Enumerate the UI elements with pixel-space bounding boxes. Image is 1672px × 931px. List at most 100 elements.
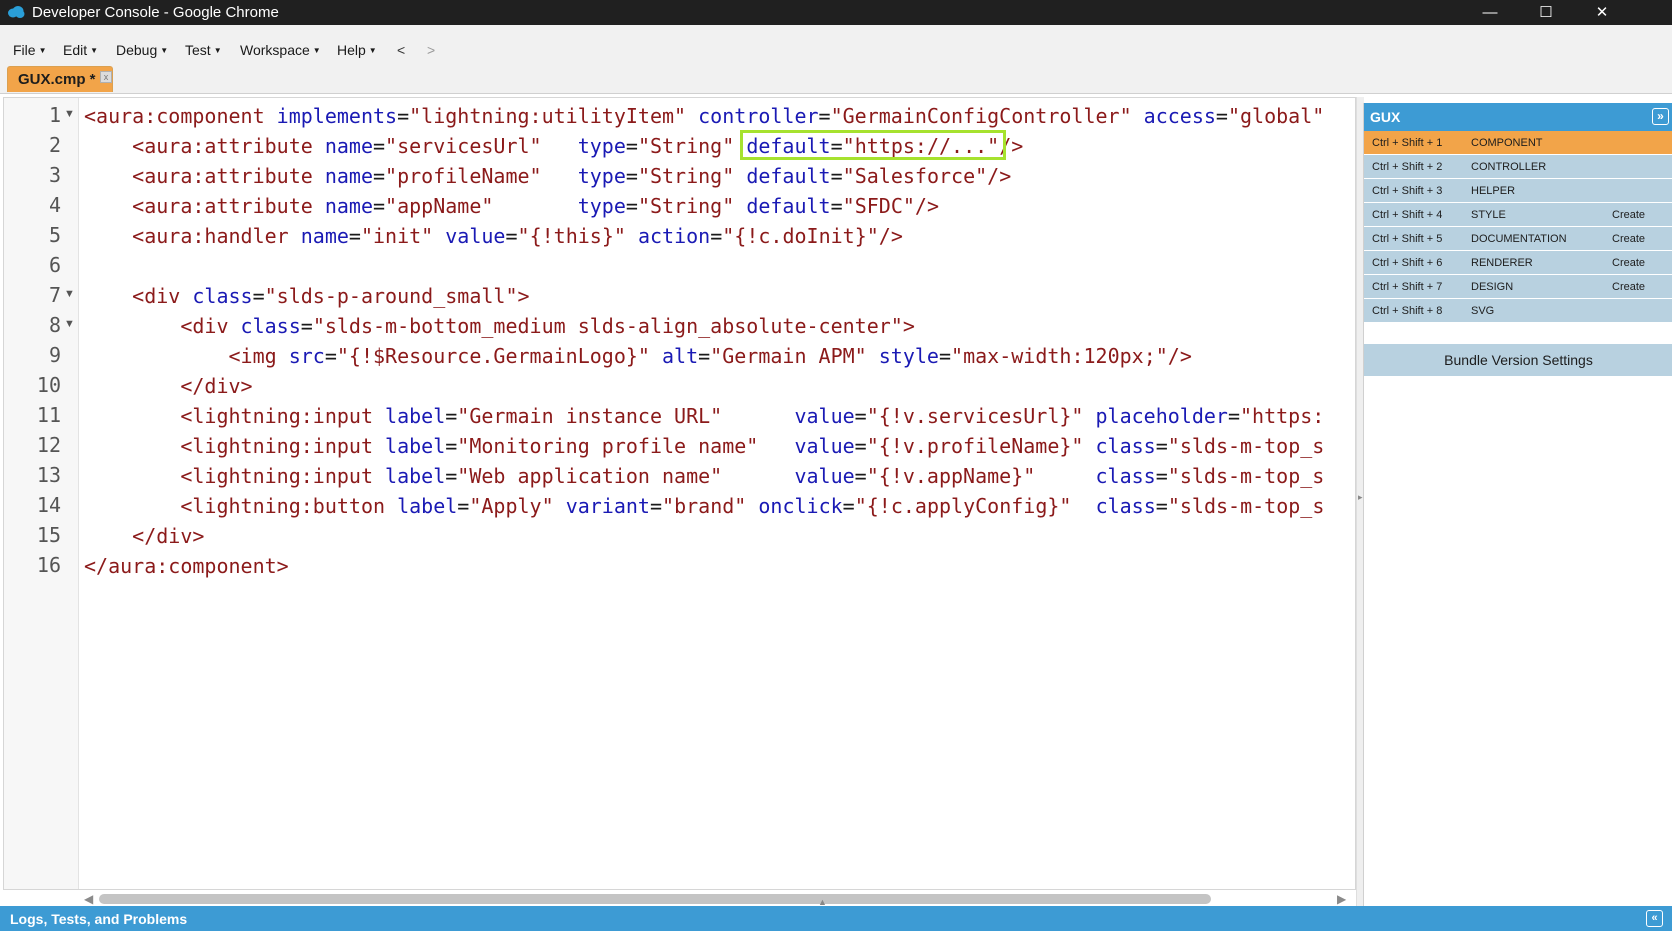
caret-down-icon: ▼ [38, 46, 47, 55]
gux-bundle-row[interactable]: Ctrl + Shift + 1 COMPONENT [1364, 131, 1672, 155]
line-number: 13 [36, 463, 61, 487]
menu-workspace[interactable]: Workspace ▼ [240, 42, 321, 58]
code-token: class [1095, 434, 1156, 458]
code-token: = [445, 464, 458, 488]
nav-back-button[interactable]: < [397, 42, 405, 58]
code-line: <lightning:button label="Apply" variant=… [84, 491, 1324, 521]
fold-toggle-icon[interactable]: ▼ [64, 108, 75, 120]
gux-row-create-link[interactable]: Create [1612, 281, 1645, 293]
line-number: 1 [48, 103, 61, 127]
gux-row-name: STYLE [1471, 209, 1506, 221]
code-token: = [938, 344, 952, 368]
gux-row-create-link[interactable]: Create [1612, 233, 1645, 245]
gux-bundle-row[interactable]: Ctrl + Shift + 6 RENDERER Create [1364, 251, 1672, 275]
gux-row-create-link[interactable]: Create [1612, 209, 1645, 221]
code-token: "Apply" [469, 494, 554, 518]
gux-panel-header: GUX » [1364, 103, 1672, 131]
code-token: "lightning:utilityItem" [409, 104, 687, 128]
menu-test[interactable]: Test ▼ [185, 42, 222, 58]
gux-bundle-row[interactable]: Ctrl + Shift + 7 DESIGN Create [1364, 275, 1672, 299]
code-token: = [1155, 434, 1168, 458]
code-token: "Monitoring profile name" [457, 434, 759, 458]
tab-label: GUX.cmp * [18, 71, 96, 88]
fold-toggle-icon[interactable]: ▼ [64, 318, 75, 330]
collapse-panel-icon[interactable]: » [1652, 108, 1669, 125]
close-tab-icon[interactable]: x [100, 71, 112, 83]
menu-help[interactable]: Help ▼ [337, 42, 377, 58]
code-token: </div> [84, 524, 205, 548]
code-token: default [746, 164, 831, 188]
code-token: "String" [637, 194, 735, 218]
scroll-right-arrow-icon[interactable]: ▶ [1337, 892, 1346, 906]
line-number: 14 [36, 493, 61, 517]
code-token: "{!v.servicesUrl}" [866, 404, 1084, 428]
code-token: = [710, 224, 723, 248]
gux-row-name: COMPONENT [1471, 137, 1543, 149]
nav-forward-button[interactable]: > [427, 42, 435, 58]
menu-debug[interactable]: Debug ▼ [116, 42, 168, 58]
line-number-gutter: 1 ▼ 2 3 4 5 6 7 ▼ 8 ▼ 9 10 11 12 13 14 15 16 [4, 98, 79, 889]
code-token: "{!c.doInit}" [722, 224, 879, 248]
code-token: style [878, 344, 939, 368]
gux-row-create-link[interactable]: Create [1612, 257, 1645, 269]
code-line: </div> [84, 371, 252, 401]
code-token: <lightning:input [84, 464, 386, 488]
tab-bar: GUX.cmp * x [0, 63, 1672, 94]
scroll-left-arrow-icon[interactable]: ◀ [84, 892, 93, 906]
code-token: = [698, 344, 711, 368]
code-token: /> [878, 224, 903, 248]
fold-toggle-icon[interactable]: ▼ [64, 288, 75, 300]
gux-row-name: CONTROLLER [1471, 161, 1547, 173]
tab-gux-cmp[interactable]: GUX.cmp * x [7, 66, 113, 92]
code-token: "brand" [662, 494, 747, 518]
logs-panel-header[interactable]: Logs, Tests, and Problems « [0, 906, 1672, 931]
minimize-button[interactable]: — [1462, 0, 1518, 25]
code-token: class [240, 314, 301, 338]
menu-edit[interactable]: Edit ▼ [63, 42, 98, 58]
line-number: 11 [36, 403, 61, 427]
close-window-button[interactable]: ✕ [1574, 0, 1630, 25]
bundle-version-settings-button[interactable]: Bundle Version Settings [1364, 344, 1672, 376]
gux-row-shortcut: Ctrl + Shift + 4 [1372, 209, 1443, 221]
code-token: = [625, 134, 638, 158]
code-token: name [324, 194, 373, 218]
gux-bundle-row[interactable]: Ctrl + Shift + 2 CONTROLLER [1364, 155, 1672, 179]
gux-bundle-row[interactable]: Ctrl + Shift + 8 SVG [1364, 299, 1672, 323]
code-token: = [854, 404, 867, 428]
gux-row-name: HELPER [1471, 185, 1516, 197]
maximize-button[interactable]: ☐ [1518, 0, 1574, 25]
gux-bundle-row[interactable]: Ctrl + Shift + 5 DOCUMENTATION Create [1364, 227, 1672, 251]
code-token: access [1143, 104, 1216, 128]
expand-logs-icon[interactable]: « [1646, 910, 1663, 927]
code-token: implements [276, 104, 398, 128]
gux-bundle-row[interactable]: Ctrl + Shift + 3 HELPER [1364, 179, 1672, 203]
code-token: class [1095, 494, 1156, 518]
code-token: class [192, 284, 253, 308]
line-number: 15 [36, 523, 61, 547]
code-token: /> [914, 194, 939, 218]
code-token: "{!v.appName}" [866, 464, 1036, 488]
line-number: 7 [48, 283, 61, 307]
code-line: </div> [84, 521, 204, 551]
gux-bundle-row[interactable]: Ctrl + Shift + 4 STYLE Create [1364, 203, 1672, 227]
code-token: = [505, 224, 518, 248]
scrollbar-thumb[interactable] [99, 894, 1211, 904]
code-token: class [1095, 464, 1156, 488]
horizontal-scrollbar[interactable]: ◀ ▶ [3, 890, 1356, 906]
code-token: label [385, 404, 446, 428]
code-token: value [794, 464, 855, 488]
code-token: name [324, 134, 373, 158]
code-token: controller [698, 104, 819, 128]
code-token: <div [84, 314, 241, 338]
splitter-grip-icon[interactable]: ▸ [1358, 492, 1363, 503]
menu-file[interactable]: File ▼ [13, 42, 46, 58]
code-editor[interactable]: 1 ▼ 2 3 4 5 6 7 ▼ 8 ▼ 9 10 11 12 13 14 15 16 <aura:compone… [3, 97, 1356, 890]
code-token: "String" [637, 164, 735, 188]
